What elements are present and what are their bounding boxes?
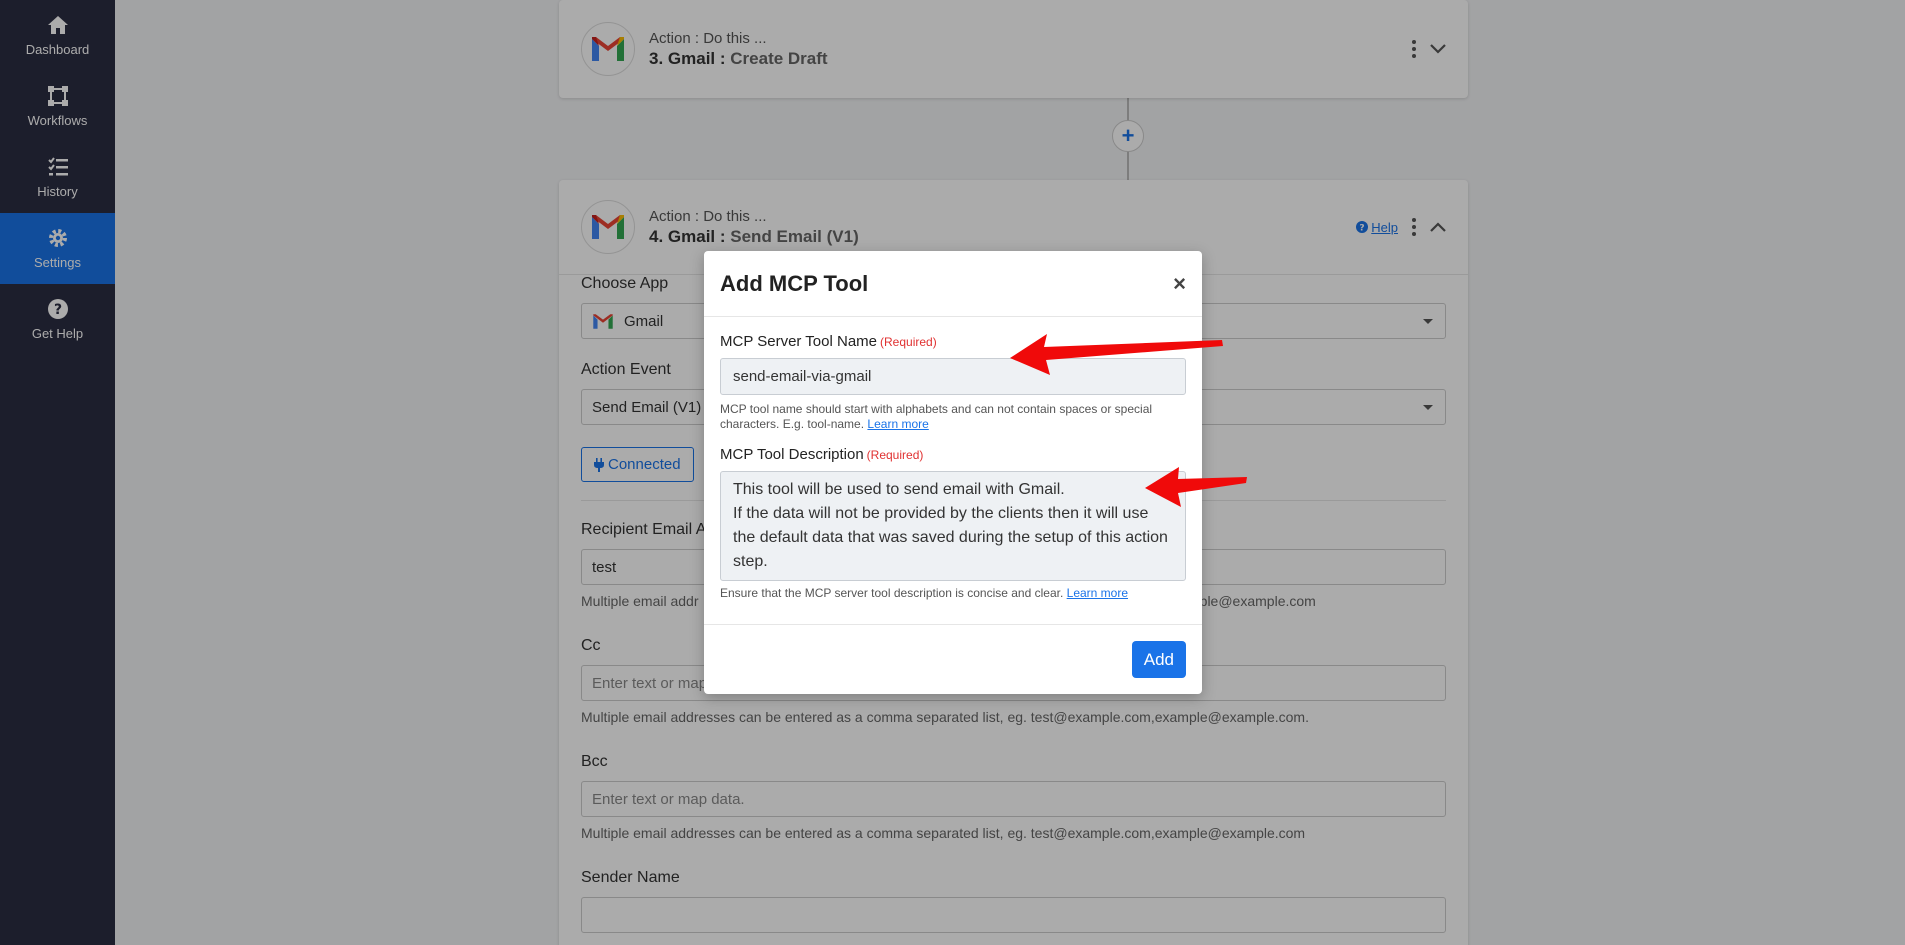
modal-title: Add MCP Tool xyxy=(720,270,869,296)
tool-name-help: MCP tool name should start with alphabet… xyxy=(720,402,1153,431)
annotation-arrow-icon xyxy=(1010,334,1223,375)
required-tag: (Required) xyxy=(880,335,937,349)
annotation-arrow-icon xyxy=(1145,467,1247,507)
close-icon[interactable]: × xyxy=(1173,271,1186,297)
tool-description-label: MCP Tool Description (Required) xyxy=(720,446,924,463)
tool-description-textarea[interactable]: This tool will be used to send email wit… xyxy=(720,471,1186,581)
tool-description-help: Ensure that the MCP server tool descript… xyxy=(720,586,1129,600)
add-mcp-tool-modal: Add MCP Tool × MCP Server Tool Name (Requ… xyxy=(704,251,1202,694)
learn-more-link[interactable]: Learn more xyxy=(867,417,928,431)
required-tag: (Required) xyxy=(866,448,924,462)
add-button[interactable]: Add xyxy=(1131,641,1186,678)
learn-more-link[interactable]: Learn more xyxy=(1067,586,1128,600)
